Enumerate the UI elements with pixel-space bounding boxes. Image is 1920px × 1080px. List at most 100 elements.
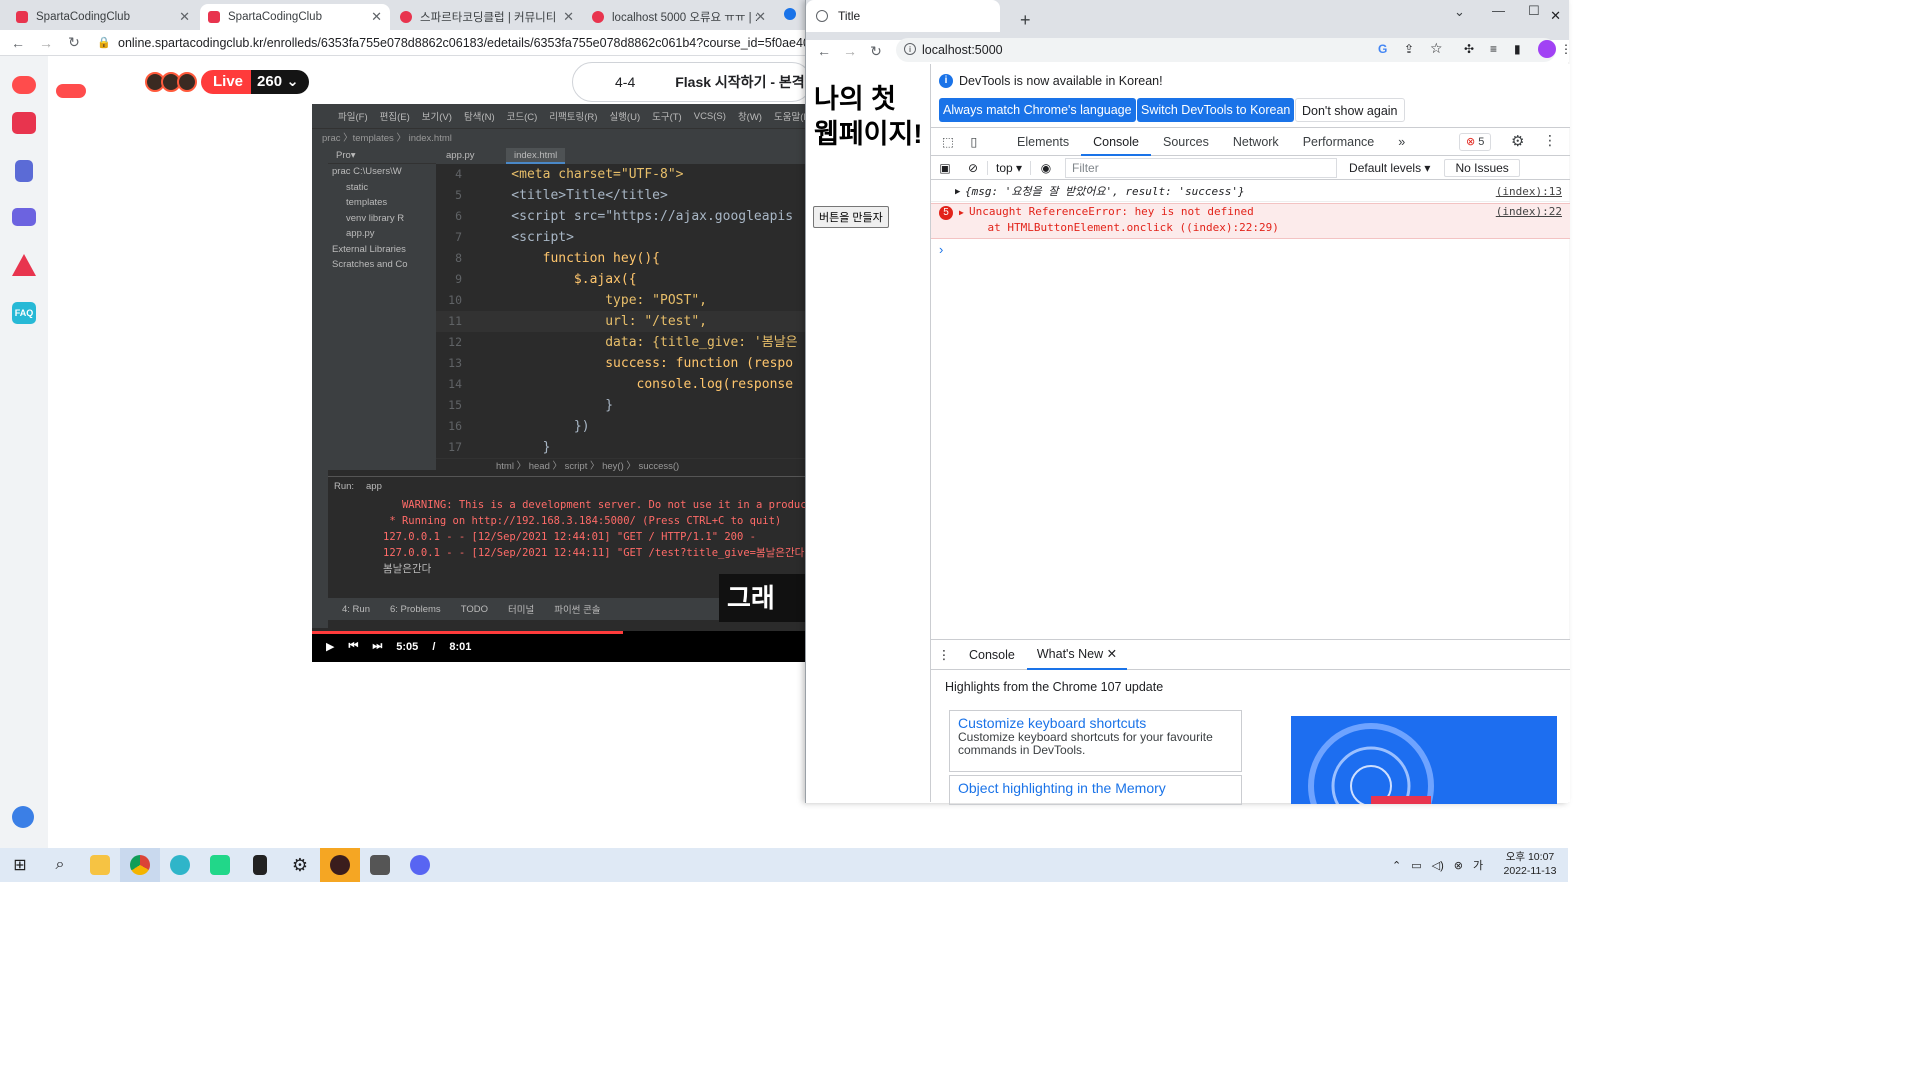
sparta-brand-logo[interactable] [56, 84, 86, 98]
tab-elements[interactable]: Elements [1005, 128, 1081, 156]
inspect-icon[interactable]: ⬚ [935, 134, 961, 149]
device-toolbar-icon[interactable]: ▯ [961, 134, 987, 149]
drawer-menu-icon[interactable]: ⋮ [931, 647, 957, 662]
omnibox[interactable]: i localhost:5000 [896, 38, 1556, 62]
menu-icon[interactable]: ⋮ [1560, 42, 1572, 56]
close-icon[interactable]: ✕ [371, 9, 382, 25]
tab-console[interactable]: Console [1081, 128, 1151, 156]
live-badge[interactable]: Live 260 ⌄ [145, 68, 309, 95]
checklist-icon[interactable] [15, 160, 33, 182]
language-icon[interactable]: 가 [1473, 857, 1483, 873]
whats-new-card[interactable]: Customize keyboard shortcuts Customize k… [949, 710, 1242, 772]
error-stack[interactable]: at HTMLButtonElement.onclick ((index):22… [961, 221, 1278, 234]
eye-icon[interactable]: ◉ [1031, 161, 1061, 175]
more-icon[interactable]: ⋮ [1543, 132, 1557, 149]
info-icon[interactable]: i [904, 43, 916, 55]
lesson-title-bar[interactable]: 4-4 Flask 시작하기 - 본격A [572, 62, 812, 102]
forward-icon[interactable]: → [838, 43, 862, 59]
network-icon[interactable]: ▭ [1411, 859, 1421, 872]
url-text[interactable]: online.spartacodingclub.kr/enrolleds/635… [118, 36, 866, 50]
taskbar-discord[interactable] [400, 848, 440, 882]
console-filter-input[interactable]: Filter [1065, 157, 1338, 178]
chevron-up-icon[interactable]: ⌃ [1392, 859, 1401, 872]
tab-performance[interactable]: Performance [1291, 128, 1387, 156]
faq-icon[interactable]: FAQ [12, 302, 36, 324]
reload-icon[interactable]: ↻ [864, 43, 888, 60]
search-button[interactable]: ⌕ [40, 848, 80, 882]
video-player[interactable]: 파일(F) 편집(E) 보기(V) 탐색(N) 코드(C) 리팩토링(R) 실행(U) 도구(… [312, 104, 806, 662]
tab-network[interactable]: Network [1221, 128, 1291, 156]
minimize-icon[interactable]: — [1492, 3, 1505, 18]
lock-icon[interactable]: 🔒 [92, 36, 116, 49]
back-icon[interactable]: ← [6, 35, 30, 51]
sidebar-toggle-icon[interactable]: ▣ [931, 161, 959, 175]
next-icon[interactable]: ⏭ [372, 640, 382, 653]
expand-icon[interactable]: ▶ [959, 208, 964, 217]
taskbar-kakaotalk[interactable] [320, 848, 360, 882]
tab-title[interactable]: Title ✕ [806, 0, 1561, 32]
close-icon[interactable]: ✕ [563, 9, 574, 25]
close-icon[interactable]: ✕ [179, 9, 190, 25]
tab-sources[interactable]: Sources [1151, 128, 1221, 156]
taskbar-clock[interactable]: 오후 10:07 2022-11-13 [1500, 850, 1560, 878]
forward-icon[interactable]: → [34, 35, 58, 51]
close-icon[interactable]: ✕ [1550, 8, 1561, 24]
whats-new-card[interactable]: Object highlighting in the Memory [949, 775, 1242, 805]
chevron-down-icon[interactable]: ⌄ [1454, 4, 1465, 20]
back-icon[interactable]: ← [812, 43, 836, 59]
profile-avatar[interactable] [1538, 40, 1556, 58]
console-prompt-icon[interactable]: › [939, 242, 943, 257]
extensions-icon[interactable]: ✣ [1464, 42, 1474, 56]
maximize-icon[interactable]: ☐ [1528, 3, 1540, 19]
tab-spartacodingclub-2[interactable]: SpartaCodingClub ✕ [200, 4, 390, 30]
star-icon[interactable]: ☆ [1430, 40, 1443, 57]
live-pill[interactable]: Live 260 ⌄ [201, 69, 309, 94]
settings-favicon-icon[interactable] [784, 8, 796, 20]
taskbar-app[interactable] [360, 848, 400, 882]
taskbar-security[interactable] [240, 848, 280, 882]
source-link[interactable]: (index):13 [1496, 182, 1562, 202]
clear-console-icon[interactable]: ⊘ [959, 161, 987, 175]
warning-icon[interactable] [12, 254, 36, 276]
sparta-logo-icon[interactable] [12, 76, 36, 94]
reading-list-icon[interactable]: ≡ [1490, 42, 1497, 56]
google-icon[interactable]: G [1378, 42, 1387, 56]
ime-icon[interactable]: ⊗ [1454, 859, 1463, 872]
more-tabs-icon[interactable]: » [1386, 128, 1417, 156]
gear-icon[interactable]: ⚙ [1511, 132, 1524, 150]
share-icon[interactable]: ⇪ [1404, 42, 1414, 56]
dont-show-again-button[interactable]: Don't show again [1295, 98, 1405, 122]
issues-button[interactable]: No Issues [1444, 158, 1520, 177]
match-language-button[interactable]: Always match Chrome's language [939, 98, 1136, 122]
tab-community[interactable]: 스파르타코딩클럽 | 커뮤니티 ✕ [392, 4, 582, 30]
new-tab-icon[interactable]: + [1020, 10, 1031, 31]
log-object[interactable]: {msg: '요청을 잘 받았어요', result: 'success'} [965, 182, 1245, 202]
source-link[interactable]: (index):22 [1496, 205, 1562, 218]
tab-spartacodingclub-1[interactable]: SpartaCodingClub ✕ [8, 4, 198, 30]
taskbar-settings[interactable]: ⚙ [280, 848, 320, 882]
volume-icon[interactable]: ◁) [1432, 859, 1444, 872]
context-select[interactable]: top ▾ [987, 160, 1032, 175]
drawer-tab-console[interactable]: Console [957, 640, 1027, 670]
tab-localhost-question[interactable]: localhost 5000 오류요 ㅠㅠ | : ✕ [584, 4, 774, 30]
make-button[interactable]: 버튼을 만들자 [813, 206, 889, 228]
code-icon[interactable] [12, 112, 36, 134]
taskbar-edge[interactable] [160, 848, 200, 882]
url-text[interactable]: localhost:5000 [922, 43, 1003, 57]
reload-icon[interactable]: ↻ [62, 34, 86, 51]
error-count-badge[interactable]: ⊗ 5 [1459, 133, 1492, 151]
taskbar-pycharm[interactable] [200, 848, 240, 882]
card-title[interactable]: Customize keyboard shortcuts [958, 715, 1233, 731]
log-levels-select[interactable]: Default levels ▾ [1349, 161, 1430, 175]
gear-icon[interactable] [12, 806, 34, 828]
side-panel-icon[interactable]: ▮ [1514, 42, 1521, 56]
expand-icon[interactable]: ▶ [955, 182, 960, 202]
card-title[interactable]: Object highlighting in the Memory [958, 780, 1233, 796]
chat-icon[interactable] [12, 208, 36, 226]
video-progress-bar[interactable] [312, 631, 624, 634]
taskbar-explorer[interactable] [80, 848, 120, 882]
previous-icon[interactable]: ⏮ [348, 640, 358, 653]
taskbar-chrome[interactable] [120, 848, 160, 882]
switch-language-button[interactable]: Switch DevTools to Korean [1137, 98, 1295, 122]
play-icon[interactable]: ▶ [326, 640, 334, 653]
